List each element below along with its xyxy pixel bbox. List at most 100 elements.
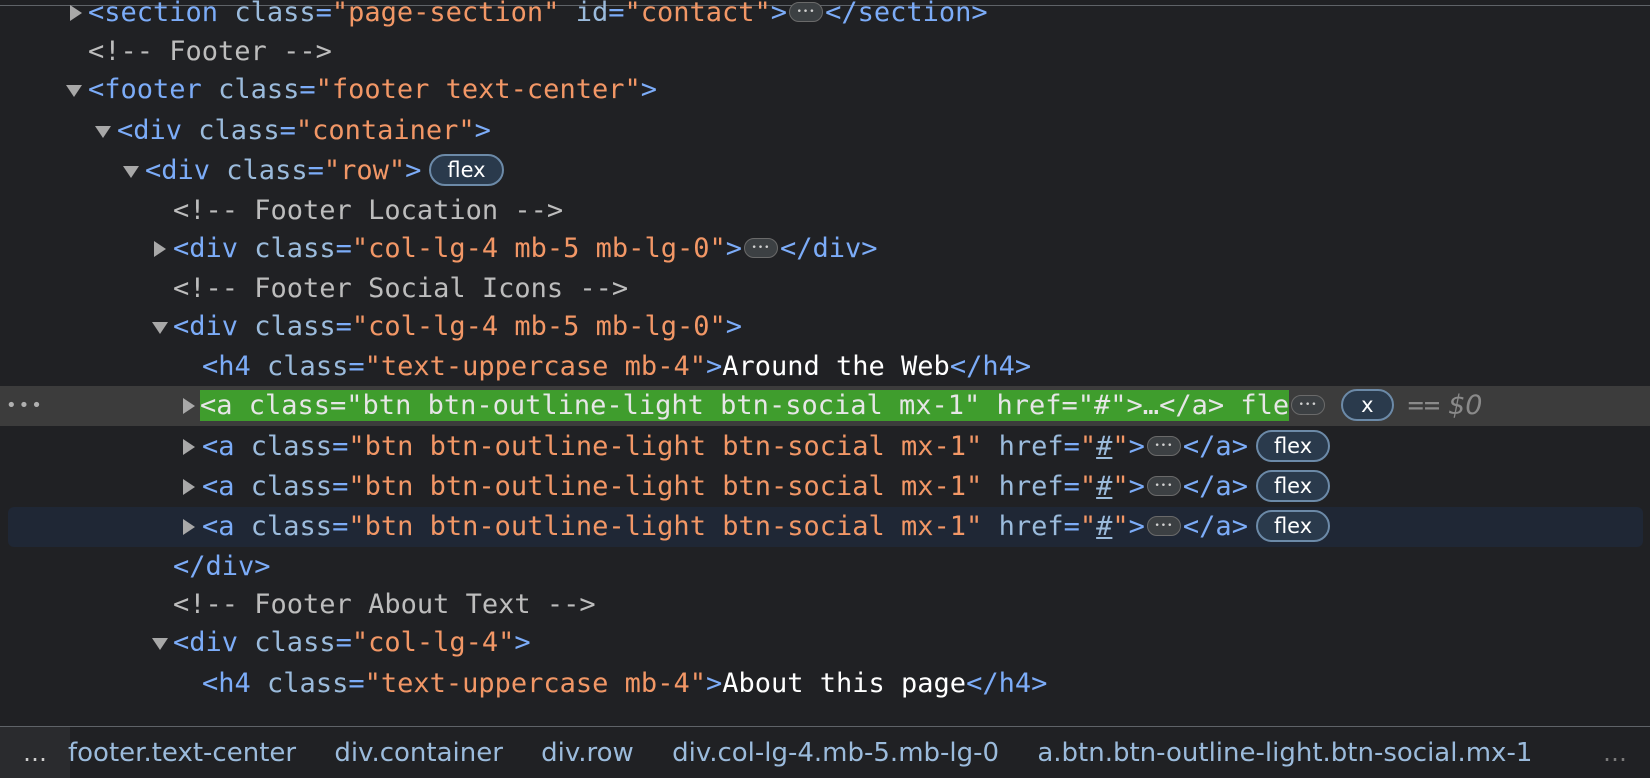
breadcrumb-item-current[interactable]: a.btn.btn-outline-light.btn-social.mx-1 [1037,727,1532,778]
attr-value[interactable]: "col-lg-4" [352,627,515,658]
tag-close: </a> [1182,431,1248,462]
tag-close: </a> [1182,511,1248,542]
tree-node-container[interactable]: <div class="container"> [0,111,1650,151]
attr-name: href [998,511,1064,542]
attr-name: class [250,471,333,502]
tree-node-col-about[interactable]: <div class="col-lg-4"> [0,623,1650,663]
tag-open: <div [173,233,239,264]
flex-badge[interactable]: flex [1255,429,1331,462]
console-ref-var: $0 [1448,390,1483,421]
tag-open: <div [145,155,211,186]
comment-text: <!-- Footer --> [88,36,332,67]
collapsed-children-icon[interactable] [1146,515,1181,536]
attr-value[interactable]: "row" [324,155,405,186]
tree-node-div-close[interactable]: </div> [0,547,1650,587]
tag-open: <a [202,471,235,502]
expand-arrow-icon[interactable] [183,519,195,535]
flex-badge[interactable]: flex [429,153,504,186]
tag-open: <footer [88,74,202,105]
collapse-arrow-icon[interactable] [123,166,139,178]
tag-open: <a [202,431,235,462]
attr-name: class [250,431,333,462]
attr-name: class [226,155,308,186]
comment-text: <!-- Footer Social Icons --> [173,273,629,304]
collapsed-children-icon[interactable] [743,237,778,258]
expand-arrow-icon[interactable] [183,439,195,455]
collapsed-children-icon[interactable] [1146,475,1181,496]
attr-name: href [998,471,1064,502]
href-link[interactable]: # [1096,431,1112,462]
breadcrumb-items: footer.text-center div.container div.row… [68,727,1562,778]
attr-value[interactable]: "col-lg-4 mb-5 mb-lg-0" [352,311,726,342]
node-actions-icon[interactable]: ••• [6,386,44,426]
breadcrumb-scroll-left-button[interactable]: … [0,727,70,778]
breadcrumb-item[interactable]: div.container [334,727,503,778]
href-link[interactable]: # [1096,511,1112,542]
attr-name: class [254,311,336,342]
attr-value[interactable]: "col-lg-4 mb-5 mb-lg-0" [352,233,726,264]
collapse-arrow-icon[interactable] [152,638,168,650]
attr-name: class [267,351,349,382]
expand-arrow-icon[interactable] [183,479,195,495]
attr-value[interactable]: "page-section" [332,0,560,28]
search-highlight[interactable]: <a class="btn btn-outline-light btn-soci… [200,390,1290,421]
collapse-arrow-icon[interactable] [95,126,111,138]
tree-node-comment-footer[interactable]: <!-- Footer --> [0,32,1650,72]
expand-arrow-icon[interactable] [183,398,195,414]
tree-node-section-contact[interactable]: <section class="page-section" id="contac… [0,0,1650,33]
flex-badge[interactable]: flex [1255,509,1331,542]
tree-node-comment-location[interactable]: <!-- Footer Location --> [0,191,1650,231]
attr-value[interactable]: "footer text-center" [316,74,641,105]
tag-open: <section [88,0,219,28]
breadcrumb-scroll-right-button[interactable]: … [1580,727,1650,778]
tag-open: <div [117,115,183,146]
tag-open: <h4 [202,351,251,382]
attr-value[interactable]: "text-uppercase mb-4" [365,668,706,699]
attr-value[interactable]: "btn btn-outline-light btn-social mx-1" [348,511,982,542]
attr-value[interactable]: "btn btn-outline-light btn-social mx-1" [348,431,982,462]
tree-node-col-location[interactable]: <div class="col-lg-4 mb-5 mb-lg-0"></div… [0,229,1650,269]
node-text[interactable]: Around the Web [722,351,950,382]
attr-value[interactable]: "btn btn-outline-light btn-social mx-1" [348,471,982,502]
breadcrumb-item[interactable]: div.col-lg-4.mb-5.mb-lg-0 [672,727,999,778]
collapsed-children-icon[interactable] [1146,435,1181,456]
tree-node-col-social[interactable]: <div class="col-lg-4 mb-5 mb-lg-0"> [0,307,1650,347]
tree-node-link[interactable]: <a class="btn btn-outline-light btn-soci… [0,467,1650,507]
tag-open: <h4 [202,668,251,699]
collapse-arrow-icon[interactable] [152,322,168,334]
tree-node-comment-about[interactable]: <!-- Footer About Text --> [0,585,1650,625]
close-badge[interactable]: x [1341,388,1394,421]
attr-value[interactable]: "container" [296,115,475,146]
tree-node-h4-web[interactable]: <h4 class="text-uppercase mb-4">Around t… [0,347,1650,387]
attr-value[interactable]: "contact" [624,0,770,28]
tree-node-footer[interactable]: <footer class="footer text-center"> [0,70,1650,110]
expand-arrow-icon[interactable] [70,5,82,21]
node-text[interactable]: About this page [722,668,966,699]
tag-close: </section> [825,0,988,28]
tree-node-row[interactable]: <div class="row"> flex [0,151,1650,191]
attr-name: class [234,0,316,28]
collapse-arrow-icon[interactable] [66,85,82,97]
tag-close: </a> [1182,471,1248,502]
breadcrumb-item[interactable]: div.row [541,727,634,778]
collapsed-children-icon[interactable] [1291,394,1326,415]
flex-badge[interactable]: flex [1255,469,1331,502]
tag-close: </div> [779,233,878,264]
tree-node-link[interactable]: <a class="btn btn-outline-light btn-soci… [0,427,1650,467]
comment-text: <!-- Footer Location --> [173,195,564,226]
console-ref-equals: == [1407,390,1441,421]
tree-node-h4-about[interactable]: <h4 class="text-uppercase mb-4">About th… [0,664,1650,704]
tree-node-link-selected[interactable]: ••• <a class="btn btn-outline-light btn-… [0,386,1650,426]
expand-arrow-icon[interactable] [154,241,166,257]
href-link[interactable]: # [1096,471,1112,502]
elements-tree[interactable]: <section class="page-section" id="contac… [0,0,1650,726]
breadcrumb-item[interactable]: footer.text-center [68,727,296,778]
attr-name: class [254,627,336,658]
attr-name: class [254,233,336,264]
tree-node-link-hovered[interactable]: <a class="btn btn-outline-light btn-soci… [8,507,1643,547]
collapsed-children-icon[interactable] [789,1,824,22]
tag-close: </h4> [966,668,1048,699]
attr-name: class [198,115,280,146]
attr-value[interactable]: "text-uppercase mb-4" [365,351,706,382]
tree-node-comment-social[interactable]: <!-- Footer Social Icons --> [0,269,1650,309]
